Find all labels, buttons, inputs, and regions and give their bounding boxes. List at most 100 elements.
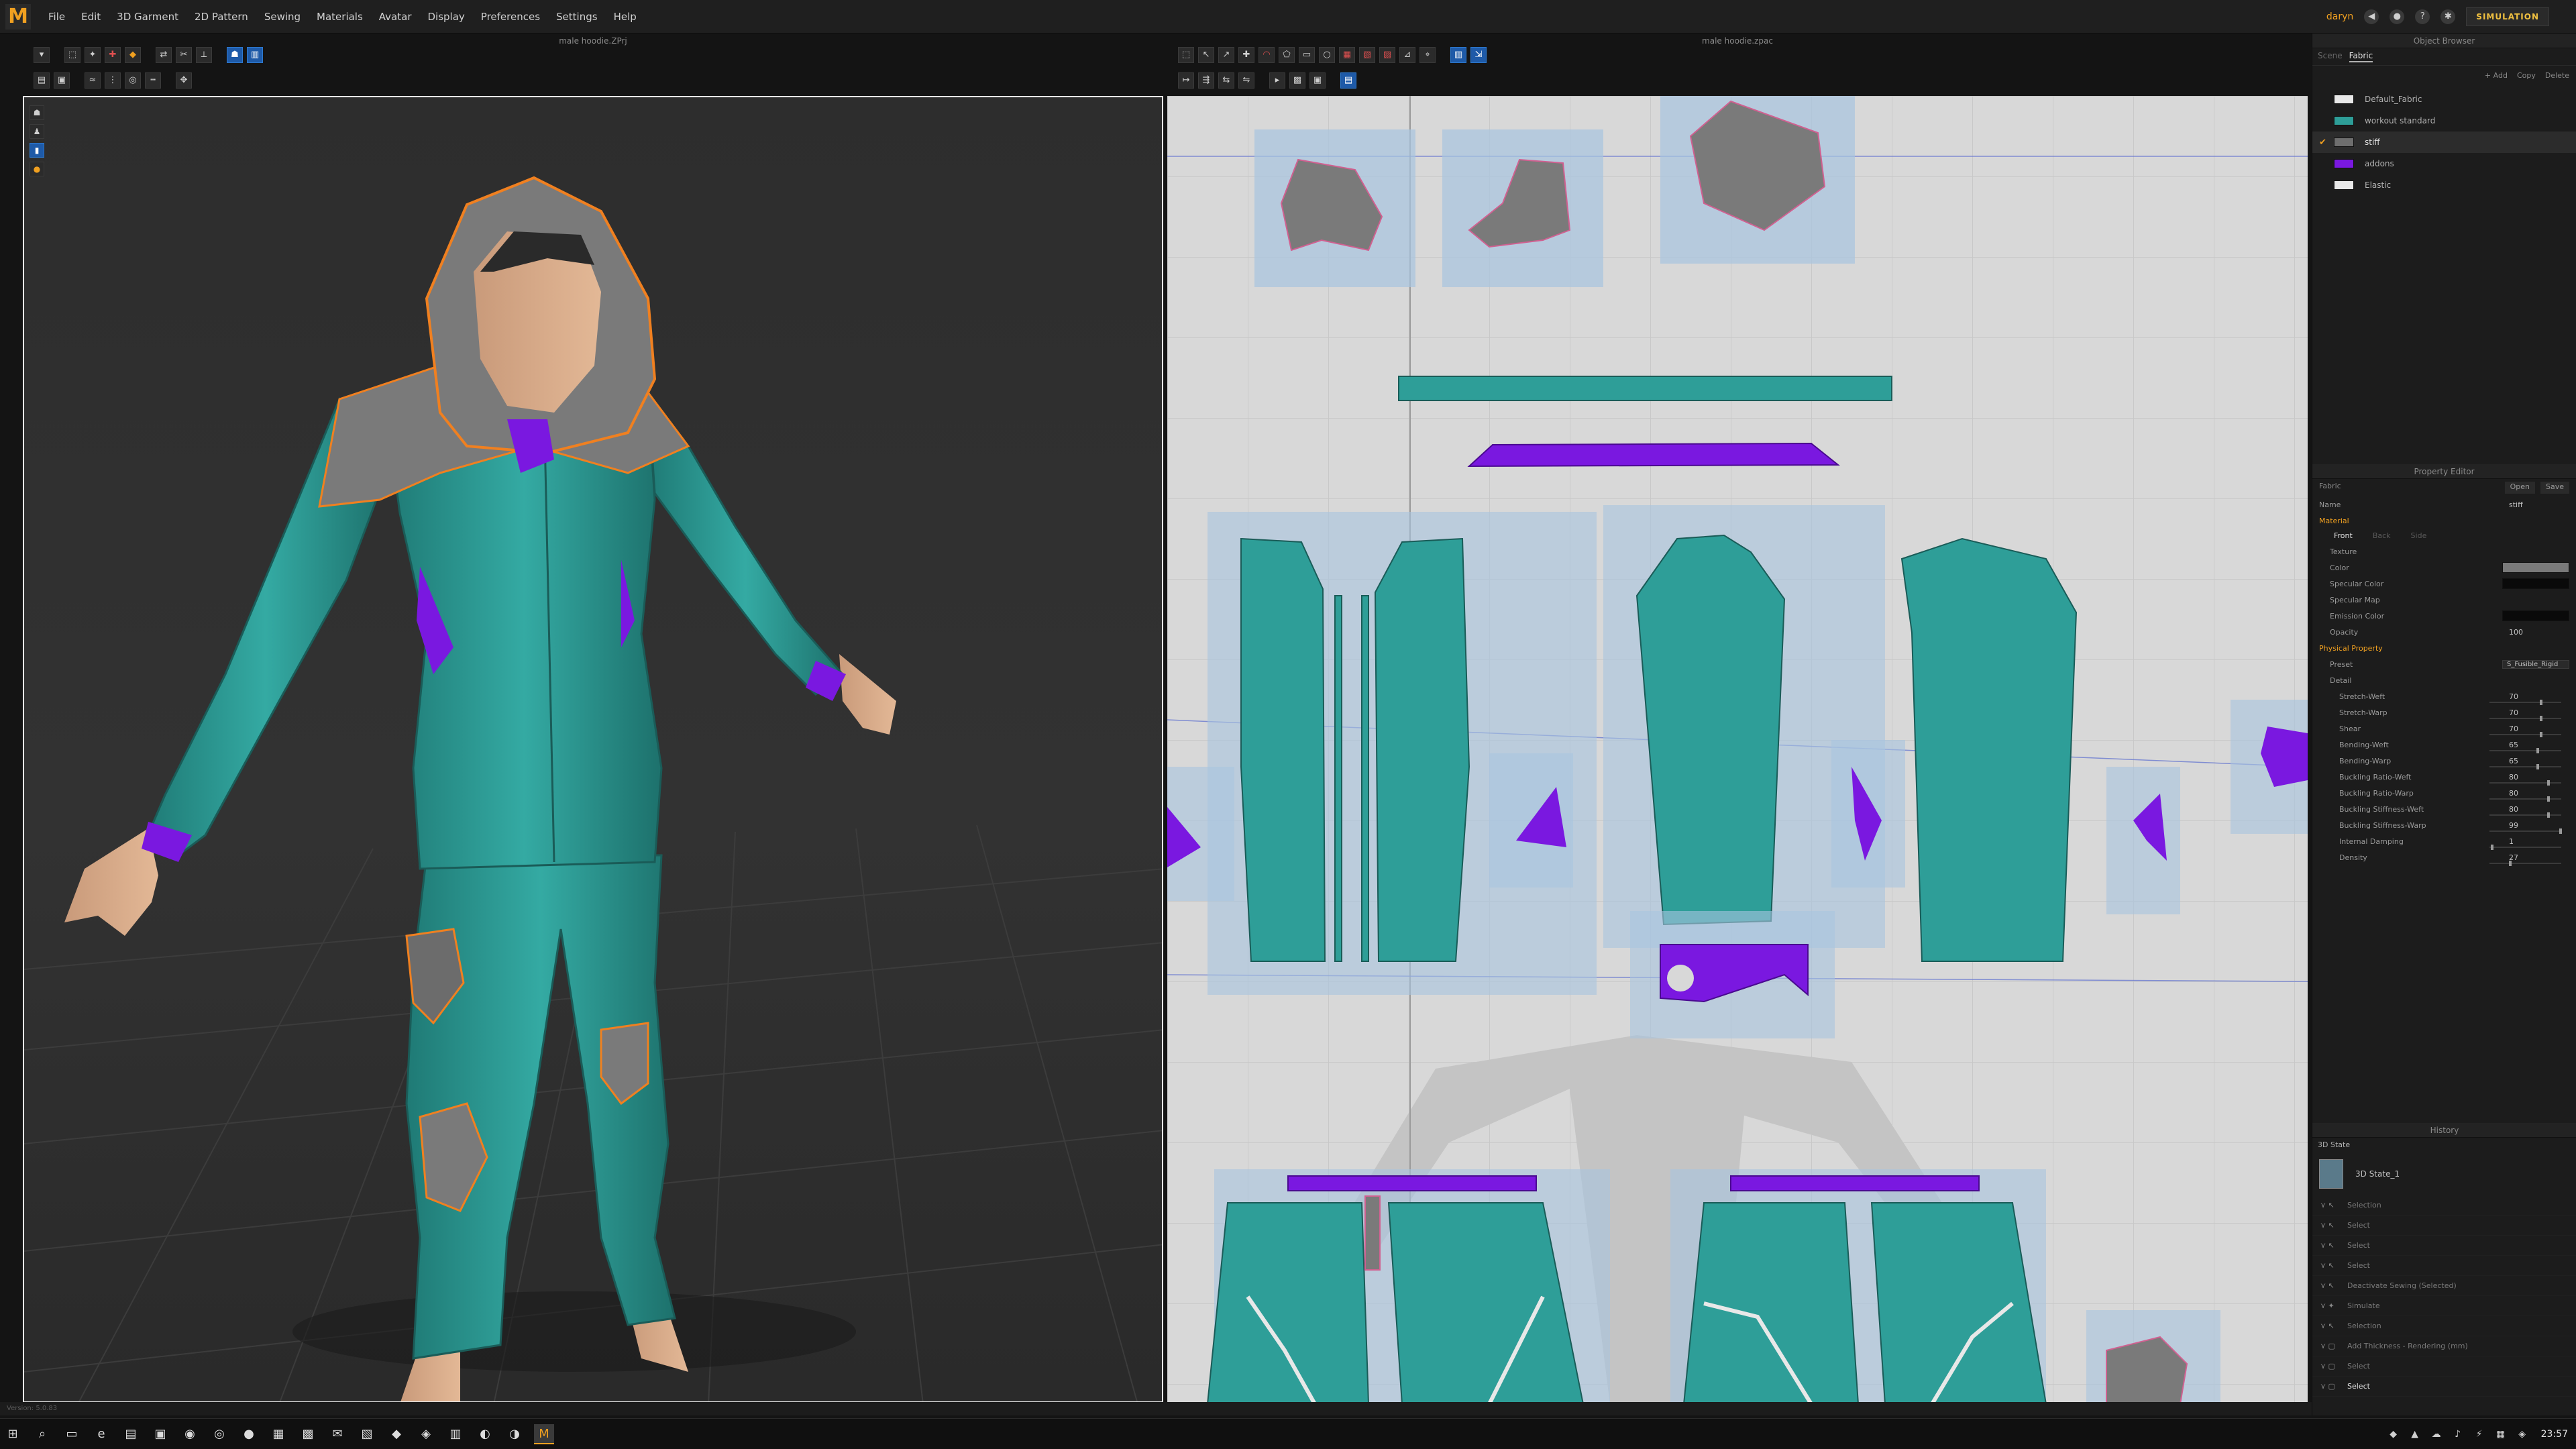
arrange-icon[interactable]: ⇄ xyxy=(156,47,172,63)
search-icon[interactable]: ⌕ xyxy=(32,1424,52,1444)
delete-fabric-button[interactable]: Delete xyxy=(2545,71,2569,83)
edit-texture-2d-icon[interactable]: ▩ xyxy=(1289,72,1305,89)
history-item[interactable]: ⋎ ↖ Select xyxy=(2312,1216,2576,1236)
opacity-value[interactable]: 100 xyxy=(2509,628,2569,637)
viewport-2d[interactable] xyxy=(1167,96,2308,1404)
app-icon[interactable]: ◆ xyxy=(386,1424,407,1444)
marvelous-designer-icon[interactable]: M xyxy=(534,1424,554,1444)
puckering-icon[interactable]: ≈ xyxy=(85,72,101,89)
property-slider[interactable] xyxy=(2489,764,2561,769)
free-sewing-icon[interactable]: ⇶ xyxy=(1198,72,1214,89)
property-value[interactable]: 80 xyxy=(2509,805,2569,814)
physical-property-section[interactable]: Physical Property xyxy=(2312,640,2576,656)
property-slider[interactable] xyxy=(2489,700,2561,705)
fabric-item[interactable]: Elastic xyxy=(2312,174,2576,196)
specular-swatch[interactable] xyxy=(2502,578,2569,589)
preset-row[interactable]: Preset S_Fusible_Rigid xyxy=(2312,656,2576,672)
menu-edit[interactable]: Edit xyxy=(73,11,109,23)
circle-icon[interactable]: ○ xyxy=(1319,47,1335,63)
property-value[interactable]: 80 xyxy=(2509,773,2569,782)
app-icon[interactable]: ▩ xyxy=(298,1424,318,1444)
menu-3d-garment[interactable]: 3D Garment xyxy=(109,11,186,23)
avatar-icon[interactable]: ☗ xyxy=(227,47,243,63)
detail-row[interactable]: Detail xyxy=(2312,672,2576,688)
color-swatch[interactable] xyxy=(2502,562,2569,573)
fabric-item-selected[interactable]: ✔ stiff xyxy=(2312,131,2576,153)
add-fabric-button[interactable]: + Add xyxy=(2485,71,2508,83)
gear-icon[interactable]: ✱ xyxy=(2440,9,2456,24)
tab-scene[interactable]: Scene xyxy=(2318,51,2343,62)
chrome-icon[interactable]: ◉ xyxy=(180,1424,200,1444)
app-icon[interactable]: ● xyxy=(239,1424,259,1444)
property-value[interactable]: 65 xyxy=(2509,741,2569,749)
specular-map-row[interactable]: Specular Map xyxy=(2312,592,2576,608)
app-icon[interactable]: ▧ xyxy=(357,1424,377,1444)
copy-fabric-button[interactable]: Copy xyxy=(2517,71,2536,83)
property-slider[interactable] xyxy=(2489,796,2561,802)
slider-knob[interactable] xyxy=(2508,861,2512,866)
measure-icon[interactable]: ⟂ xyxy=(196,47,212,63)
fitting-icon[interactable]: ▥ xyxy=(247,47,263,63)
emission-swatch[interactable] xyxy=(2502,610,2569,621)
property-slider[interactable] xyxy=(2489,748,2561,753)
texture-row[interactable]: Texture xyxy=(2312,543,2576,559)
speaker-icon[interactable]: ◀ xyxy=(2364,9,2379,24)
add-point-icon[interactable]: ✚ xyxy=(1238,47,1254,63)
mail-icon[interactable]: ✉ xyxy=(327,1424,347,1444)
tab-front[interactable]: Front xyxy=(2334,531,2353,541)
user-name[interactable]: daryn xyxy=(2326,11,2353,22)
history-item[interactable]: ⋎ ↖ Selection xyxy=(2312,1195,2576,1216)
opacity-row[interactable]: Opacity 100 xyxy=(2312,624,2576,640)
history-item[interactable]: ⋎ ▢ Select xyxy=(2312,1356,2576,1377)
browser-icon[interactable]: ◎ xyxy=(209,1424,229,1444)
property-value[interactable]: 65 xyxy=(2509,757,2569,765)
app-icon[interactable]: ◈ xyxy=(416,1424,436,1444)
internal-circle-icon[interactable]: ▨ xyxy=(1379,47,1395,63)
history-item-current[interactable]: ⋎ ▢ Select xyxy=(2312,1377,2576,1397)
fabric-item[interactable]: workout standard xyxy=(2312,110,2576,131)
segment-sewing-icon[interactable]: ↦ xyxy=(1178,72,1194,89)
graphic-2d-icon[interactable]: ▣ xyxy=(1309,72,1326,89)
emission-color-row[interactable]: Emission Color xyxy=(2312,608,2576,624)
garment-display-icon[interactable]: ♟ xyxy=(30,124,44,139)
network-icon[interactable]: ▦ xyxy=(2494,1428,2508,1441)
select-mesh-icon[interactable]: ⬚ xyxy=(64,47,80,63)
topstitch-icon[interactable]: ┅ xyxy=(145,72,161,89)
history-item[interactable]: ⋎ ✦ Simulate xyxy=(2312,1296,2576,1316)
app-icon[interactable]: ◐ xyxy=(475,1424,495,1444)
internal-polygon-icon[interactable]: ▦ xyxy=(1339,47,1355,63)
grid-icon[interactable]: ▥ xyxy=(1450,47,1466,63)
dart-icon[interactable]: ⊿ xyxy=(1399,47,1415,63)
menu-help[interactable]: Help xyxy=(606,11,645,23)
name-field[interactable]: stiff xyxy=(2509,500,2569,509)
open-button[interactable]: Open xyxy=(2504,482,2535,494)
fit-view-icon[interactable]: ⇲ xyxy=(1470,47,1487,63)
pattern-layout-icon[interactable]: ▤ xyxy=(1340,72,1356,89)
pin-icon[interactable]: ✚ xyxy=(105,47,121,63)
preset-select[interactable]: S_Fusible_Rigid xyxy=(2502,659,2569,669)
edit-sewing-icon[interactable]: ⇆ xyxy=(1218,72,1234,89)
notch-icon[interactable]: ⌖ xyxy=(1419,47,1436,63)
property-value[interactable]: 1 xyxy=(2509,837,2569,846)
history-item[interactable]: ⋎ ▢ Add Thickness - Rendering (mm) xyxy=(2312,1336,2576,1356)
color-row[interactable]: Color xyxy=(2312,559,2576,576)
tab-side[interactable]: Side xyxy=(2411,531,2427,541)
property-slider-row[interactable]: Buckling Stiffness-Weft 80 xyxy=(2312,801,2576,818)
fabric-item[interactable]: Default_Fabric xyxy=(2312,89,2576,110)
edit-curve-icon[interactable]: ↗ xyxy=(1218,47,1234,63)
viewport-3d[interactable]: ☗ ♟ ▮ ● xyxy=(23,96,1163,1403)
menu-2d-pattern[interactable]: 2D Pattern xyxy=(186,11,256,23)
property-slider-row[interactable]: Internal Damping 1 xyxy=(2312,833,2576,850)
property-value[interactable]: 80 xyxy=(2509,789,2569,798)
calculator-icon[interactable]: ▥ xyxy=(445,1424,466,1444)
help-icon[interactable]: ? xyxy=(2415,9,2430,24)
property-slider[interactable] xyxy=(2489,861,2561,866)
curvature-icon[interactable]: ◠ xyxy=(1258,47,1275,63)
app-icon[interactable]: ▦ xyxy=(268,1424,288,1444)
avatar-skin-icon[interactable]: ● xyxy=(30,162,44,176)
save-button[interactable]: Save xyxy=(2540,482,2569,494)
user-icon[interactable]: ● xyxy=(2390,9,2405,24)
store-icon[interactable]: ▣ xyxy=(150,1424,170,1444)
tab-fabric[interactable]: Fabric xyxy=(2349,51,2373,62)
transform-icon[interactable]: ✥ xyxy=(176,72,192,89)
